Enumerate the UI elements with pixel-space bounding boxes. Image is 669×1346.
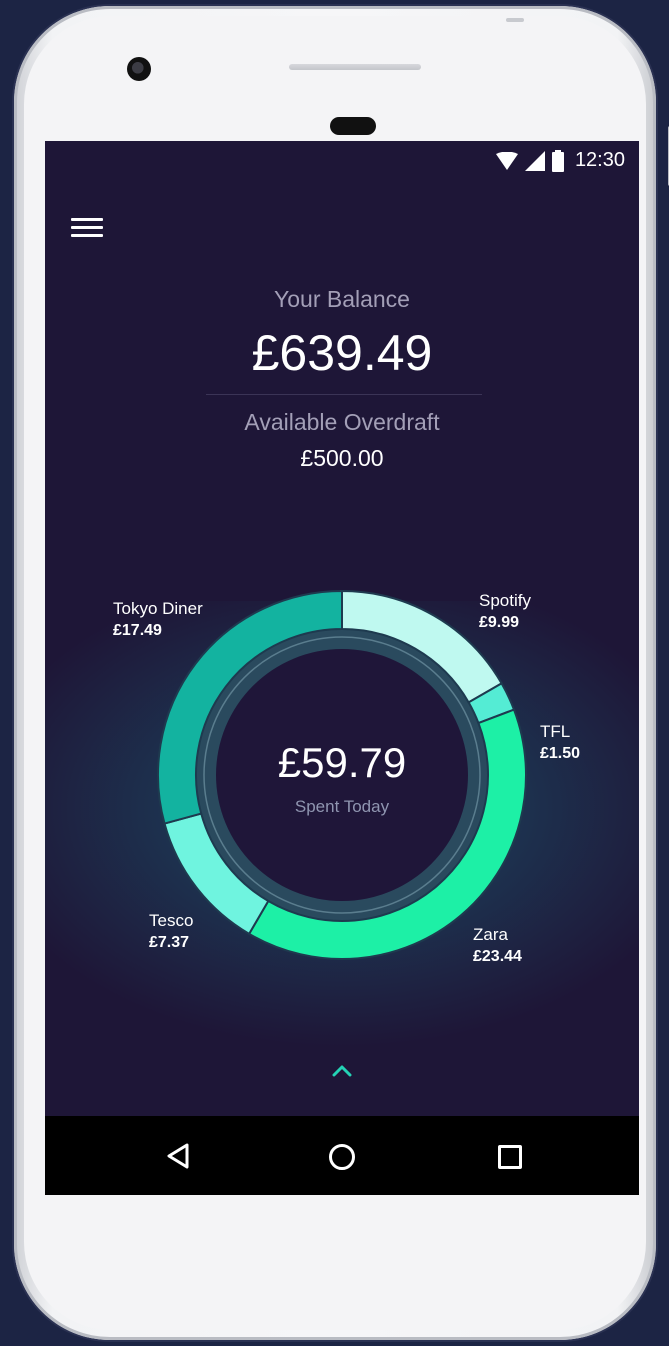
segment-label-tfl[interactable]: TFL £1.50 [540,721,580,765]
recents-icon[interactable] [498,1145,522,1169]
segment-name: Tesco [149,911,194,930]
segment-name: TFL [540,722,571,741]
segment-label-tesco[interactable]: Tesco £7.37 [149,910,193,954]
segment-label-zara[interactable]: Zara £23.44 [473,924,522,968]
system-nav-bar [45,1116,639,1195]
speaker-grille [289,64,421,70]
segment-amount: £23.44 [473,948,522,965]
segment-amount: £9.99 [479,614,520,631]
spent-today-label: Spent Today [294,797,390,816]
segment-label-tokyo-diner[interactable]: Tokyo Diner £17.49 [113,598,203,642]
app-screen: 12:30 Your Balance £639.49 Available Ove… [45,141,639,1195]
segment-amount: £17.49 [113,622,162,639]
back-icon[interactable] [165,1142,191,1170]
front-camera [127,57,151,81]
segment-label-spotify[interactable]: Spotify £9.99 [479,590,531,634]
segment-name: Zara [473,925,508,944]
segment-name: Spotify [479,591,531,610]
spending-donut-chart [157,589,527,960]
home-icon[interactable] [329,1144,355,1170]
segment-amount: £1.50 [540,745,581,762]
earpiece [330,117,376,135]
spent-today-amount: £59.79 [277,739,407,786]
top-button [506,18,524,22]
segment-name: Tokyo Diner [113,599,203,618]
segment-amount: £7.37 [149,934,190,951]
chevron-up-icon[interactable] [331,1063,353,1077]
